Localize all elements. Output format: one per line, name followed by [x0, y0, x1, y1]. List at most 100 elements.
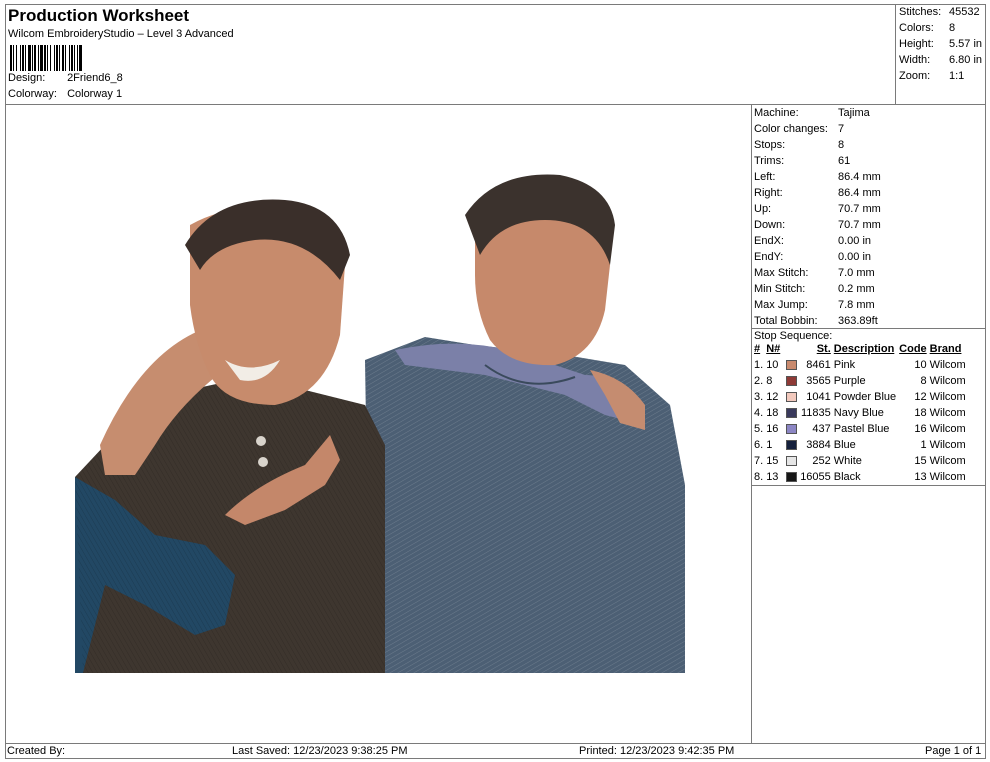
color-swatch	[786, 424, 798, 435]
colorway-label: Colorway:	[8, 88, 57, 100]
row-needle-value: 15	[766, 455, 779, 467]
stops-label: Stops:	[754, 139, 786, 151]
down-label: Down:	[754, 219, 786, 231]
printed-date: Printed: 12/23/2023 9:42:35 PM	[579, 745, 735, 757]
endx-row: EndX: 0.00 in	[754, 235, 871, 247]
created-by: Created By:	[7, 745, 66, 757]
right-value: 86.4 mm	[838, 187, 881, 199]
row-num: 8.	[754, 471, 764, 483]
software-subtitle: Wilcom EmbroideryStudio – Level 3 Advanc…	[8, 28, 234, 40]
color-changes-label: Color changes:	[754, 123, 828, 135]
row-description: Blue	[833, 439, 856, 451]
color-swatch	[786, 376, 798, 387]
machine-value: Tajima	[838, 107, 870, 119]
row-code: 16	[914, 423, 927, 435]
row-needle-value: 16	[766, 423, 779, 435]
zoom-value: 1:1	[949, 70, 965, 82]
row-brand: Wilcom	[929, 391, 966, 403]
row-code: 1	[920, 439, 927, 451]
endy-value: 0.00 in	[838, 251, 872, 263]
row-needle: 13	[765, 469, 799, 485]
row-num: 7.	[754, 455, 764, 467]
stop-sequence-row: 7. 15 252 White 15 Wilcom	[753, 453, 968, 469]
design-row: Design: 2Friend6_8	[8, 72, 123, 84]
colorway-value: Colorway 1	[67, 88, 123, 100]
colors-value: 8	[949, 22, 956, 34]
row-code: 13	[914, 471, 927, 483]
row-brand: Wilcom	[929, 471, 966, 483]
endx-label: EndX:	[754, 235, 784, 247]
row-num: 4.	[754, 407, 764, 419]
stop-sequence-header: # N# St. Description Code Brand	[753, 341, 968, 357]
page-number: Page 1 of 1	[925, 745, 982, 757]
max-jump-row: Max Jump: 7.8 mm	[754, 299, 875, 311]
stop-sequence-row: 5. 16 437 Pastel Blue 16 Wilcom	[753, 421, 968, 437]
down-value: 70.7 mm	[838, 219, 881, 231]
row-num: 3.	[754, 391, 764, 403]
stop-sequence-row: 3. 12 1041 Powder Blue 12 Wilcom	[753, 389, 968, 405]
row-brand: Wilcom	[929, 407, 966, 419]
col-code: Code	[899, 343, 927, 355]
col-stitches: St.	[816, 343, 831, 355]
embroidery-design-image	[75, 174, 685, 673]
min-stitch-value: 0.2 mm	[838, 283, 875, 295]
width-label: Width:	[899, 54, 931, 66]
table-bottom-divider	[752, 485, 986, 486]
row-description: Navy Blue	[833, 407, 884, 419]
design-value: 2Friend6_8	[67, 72, 123, 84]
stop-sequence-row: 6. 1 3884 Blue 1 Wilcom	[753, 437, 968, 453]
total-bobbin-label: Total Bobbin:	[754, 315, 818, 327]
row-num: 5.	[754, 423, 764, 435]
stop-sequence-row: 1. 10 8461 Pink 10 Wilcom	[753, 357, 968, 373]
last-saved: Last Saved: 12/23/2023 9:38:25 PM	[232, 745, 408, 757]
row-brand: Wilcom	[929, 455, 966, 467]
row-needle-value: 13	[766, 471, 779, 483]
row-needle: 12	[765, 389, 799, 405]
color-swatch	[786, 440, 798, 451]
right-label: Right:	[754, 187, 783, 199]
row-description: Purple	[833, 375, 866, 387]
max-stitch-label: Max Stitch:	[754, 267, 809, 279]
stitches-label: Stitches:	[899, 6, 942, 18]
total-bobbin-value: 363.89ft	[838, 315, 878, 327]
height-row: Height: 5.57 in	[899, 38, 982, 50]
row-stitches: 252	[812, 455, 831, 467]
stop-sequence-table: # N# St. Description Code Brand 1. 10 8461…	[753, 341, 968, 485]
stop-sequence-row: 4. 18 11835 Navy Blue 18 Wilcom	[753, 405, 968, 421]
width-value: 6.80 in	[949, 54, 983, 66]
left-row: Left: 86.4 mm	[754, 171, 881, 183]
divider	[752, 328, 986, 329]
row-needle-value: 1	[766, 439, 773, 451]
colorway-row: Colorway: Colorway 1	[8, 88, 122, 100]
up-row: Up: 70.7 mm	[754, 203, 881, 215]
col-needle: N#	[766, 343, 781, 355]
design-preview	[5, 105, 751, 743]
col-description: Description	[833, 343, 895, 355]
color-swatch	[786, 408, 798, 419]
color-changes-row: Color changes: 7	[754, 123, 844, 135]
row-stitches: 3565	[806, 375, 831, 387]
max-jump-value: 7.8 mm	[838, 299, 875, 311]
height-value: 5.57 in	[949, 38, 983, 50]
up-label: Up:	[754, 203, 772, 215]
stops-value: 8	[838, 139, 845, 151]
row-num: 6.	[754, 439, 764, 451]
worksheet-footer: Created By: Last Saved: 12/23/2023 9:38:…	[5, 743, 986, 759]
color-swatch	[786, 472, 798, 483]
trims-row: Trims: 61	[754, 155, 850, 167]
trims-value: 61	[838, 155, 851, 167]
design-label: Design:	[8, 72, 46, 84]
total-bobbin-row: Total Bobbin: 363.89ft	[754, 315, 878, 327]
row-needle: 15	[765, 453, 799, 469]
row-brand: Wilcom	[929, 359, 966, 371]
left-label: Left:	[754, 171, 776, 183]
machine-label: Machine:	[754, 107, 799, 119]
row-num: 1.	[754, 359, 764, 371]
machine-row: Machine: Tajima	[754, 107, 870, 119]
stitches-row: Stitches: 45532	[899, 6, 980, 18]
row-code: 12	[914, 391, 927, 403]
row-needle: 10	[765, 357, 799, 373]
stats-box: Stitches: 45532 Colors: 8 Height: 5.57 in W…	[895, 4, 986, 104]
width-row: Width: 6.80 in	[899, 54, 982, 66]
max-stitch-row: Max Stitch: 7.0 mm	[754, 267, 875, 279]
